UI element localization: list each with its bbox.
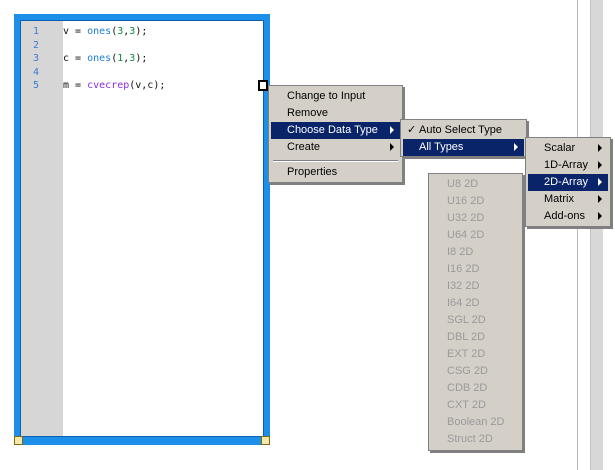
- menu-item-label: U32 2D: [447, 212, 485, 224]
- menu-item-label: CXT 2D: [447, 399, 486, 411]
- menu-item-label: U8 2D: [447, 178, 479, 190]
- submenu-arrow-icon: [598, 212, 602, 220]
- menu-item-label: Boolean 2D: [447, 416, 505, 428]
- code-text: m = cvecrep(v,c);: [63, 79, 165, 92]
- menu-item-type-2d[interactable]: U32 2D: [431, 210, 520, 227]
- checkmark-icon: ✓: [407, 124, 417, 136]
- submenu-arrow-icon: [598, 144, 602, 152]
- code-token: ones: [87, 53, 112, 64]
- menu-item-type-2d[interactable]: CDB 2D: [431, 380, 520, 397]
- vertical-scrollbar[interactable]: [590, 0, 603, 470]
- menu-item-scalar[interactable]: Scalar: [528, 140, 608, 157]
- all-types-submenu: Scalar 1D-Array 2D-Array Matrix Add-ons: [525, 137, 611, 227]
- code-token: c =: [63, 53, 88, 64]
- menu-item-label: SGL 2D: [447, 314, 486, 326]
- menu-item-add-ons[interactable]: Add-ons: [528, 208, 608, 225]
- menu-item-change-to-input[interactable]: Change to Input: [271, 88, 400, 105]
- submenu-arrow-icon: [598, 195, 602, 203]
- menu-item-type-2d[interactable]: SGL 2D: [431, 312, 520, 329]
- right-panel-strip: [577, 0, 615, 470]
- code-token: m =: [63, 80, 88, 91]
- code-token: cvecrep: [87, 80, 130, 91]
- output-variable-terminal[interactable]: [258, 80, 268, 91]
- code-token: );: [135, 53, 148, 64]
- menu-item-properties[interactable]: Properties: [271, 164, 400, 181]
- menu-item-type-2d[interactable]: I64 2D: [431, 295, 520, 312]
- menu-item-type-2d[interactable]: U16 2D: [431, 193, 520, 210]
- code-token: v =: [63, 26, 88, 37]
- submenu-arrow-icon: [390, 143, 394, 151]
- menu-item-create[interactable]: Create: [271, 139, 400, 156]
- menu-item-type-2d[interactable]: U8 2D: [431, 176, 520, 193]
- menu-item-all-types[interactable]: All Types: [403, 139, 524, 156]
- mathscript-node[interactable]: 1 v = ones(3,3); 2 3 c = ones(1,3); 4 5 m = cve…: [14, 14, 270, 445]
- menu-item-type-2d[interactable]: DBL 2D: [431, 329, 520, 346]
- menu-item-auto-select-type[interactable]: ✓ Auto Select Type: [403, 122, 524, 139]
- error-in-terminal-icon[interactable]: [14, 436, 23, 445]
- menu-item-type-2d[interactable]: CXT 2D: [431, 397, 520, 414]
- menu-item-type-2d[interactable]: Struct 2D: [431, 431, 520, 448]
- submenu-arrow-icon: [390, 126, 394, 134]
- menu-item-type-2d[interactable]: EXT 2D: [431, 346, 520, 363]
- error-out-terminal-icon[interactable]: [261, 436, 270, 445]
- menu-item-label: U64 2D: [447, 229, 485, 241]
- menu-item-choose-data-type[interactable]: Choose Data Type: [271, 122, 400, 139]
- 2d-array-submenu: U8 2D U16 2D U32 2D U64 2D I8 2D I16 2D I32 2D…: [428, 173, 523, 451]
- menu-item-type-2d[interactable]: U64 2D: [431, 227, 520, 244]
- menu-item-type-2d[interactable]: I8 2D: [431, 244, 520, 261]
- line-number: 3: [33, 53, 40, 64]
- menu-item-label: EXT 2D: [447, 348, 486, 360]
- node-context-menu: Change to Input Remove Choose Data Type …: [268, 85, 403, 183]
- script-editor[interactable]: 1 v = ones(3,3); 2 3 c = ones(1,3); 4 5 m = cve…: [20, 20, 264, 437]
- menu-item-label: I32 2D: [447, 280, 480, 292]
- choose-data-type-submenu: ✓ Auto Select Type All Types: [400, 119, 527, 157]
- menu-item-type-2d[interactable]: I16 2D: [431, 261, 520, 278]
- code-token: (v,c);: [129, 80, 166, 91]
- submenu-arrow-icon: [514, 143, 518, 151]
- menu-item-type-2d[interactable]: CSG 2D: [431, 363, 520, 380]
- line-number: 5: [33, 80, 40, 91]
- menu-item-label: CSG 2D: [447, 365, 488, 377]
- menu-item-label: CDB 2D: [447, 382, 488, 394]
- menu-item-label: I8 2D: [447, 246, 474, 258]
- line-number: 2: [33, 39, 40, 51]
- code-token: ones: [87, 26, 112, 37]
- menu-item-label: I16 2D: [447, 263, 480, 275]
- menu-item-label: U16 2D: [447, 195, 485, 207]
- line-number: 4: [33, 66, 40, 78]
- code-text: v = ones(3,3);: [63, 25, 147, 38]
- menu-item-label: I64 2D: [447, 297, 480, 309]
- menu-item-label: Struct 2D: [447, 433, 493, 445]
- menu-item-type-2d[interactable]: I32 2D: [431, 278, 520, 295]
- submenu-arrow-icon: [598, 161, 602, 169]
- menu-item-label: DBL 2D: [447, 331, 486, 343]
- line-number: 1: [33, 26, 40, 37]
- menu-item-2d-array[interactable]: 2D-Array: [528, 174, 608, 191]
- menu-item-remove[interactable]: Remove: [271, 105, 400, 122]
- menu-item-matrix[interactable]: Matrix: [528, 191, 608, 208]
- code-text: c = ones(1,3);: [63, 52, 147, 65]
- menu-separator: [273, 160, 398, 162]
- menu-item-1d-array[interactable]: 1D-Array: [528, 157, 608, 174]
- code-token: );: [135, 26, 148, 37]
- menu-item-type-2d[interactable]: Boolean 2D: [431, 414, 520, 431]
- submenu-arrow-icon: [598, 178, 602, 186]
